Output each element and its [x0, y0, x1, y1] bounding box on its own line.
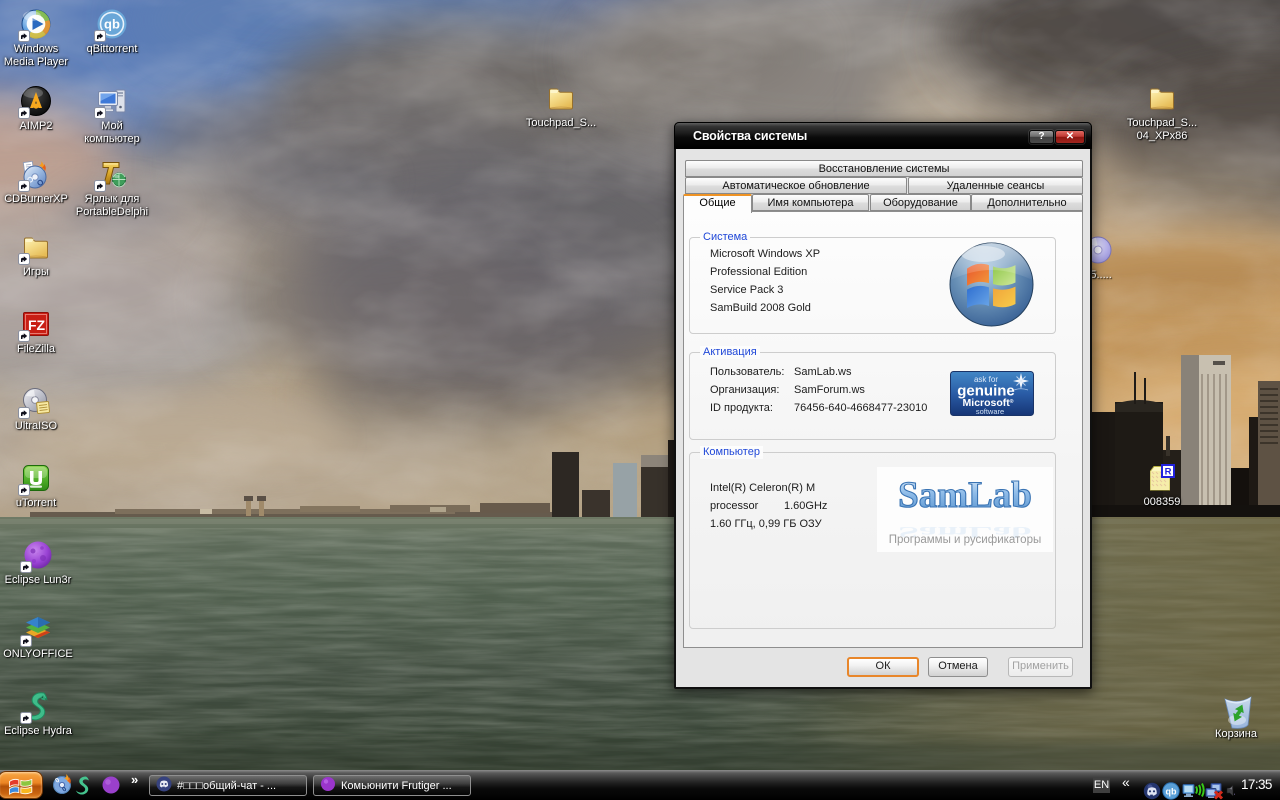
svg-text:qb: qb — [1166, 787, 1177, 797]
svg-text:SamLab: SamLab — [898, 475, 1032, 516]
svg-text:FZ: FZ — [28, 317, 46, 333]
svg-text:software: software — [976, 407, 1004, 416]
svg-text:R: R — [1165, 467, 1172, 478]
svg-text:qb: qb — [104, 17, 120, 32]
svg-text:Программы и русификаторы: Программы и русификаторы — [889, 534, 1042, 546]
